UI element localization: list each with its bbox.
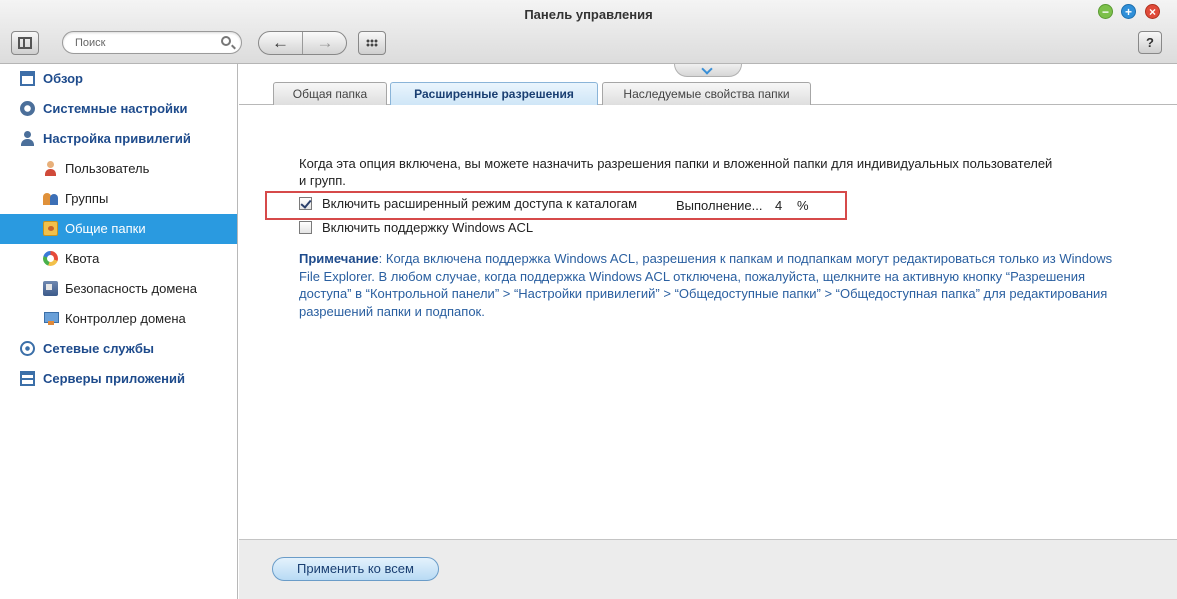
maximize-button[interactable]: + [1121, 4, 1136, 19]
overview-icon [20, 71, 35, 86]
sidebar-item-label: Контроллер домена [65, 311, 186, 326]
back-button[interactable]: ← [259, 32, 303, 54]
app-servers-icon [20, 371, 35, 386]
user-icon [43, 161, 58, 176]
sidebar-item-network-services[interactable]: Сетевые службы [0, 334, 237, 364]
sidebar-item-label: Пользователь [65, 161, 150, 176]
sidebar-item-label: Безопасность домена [65, 281, 197, 296]
tab-inherited-properties[interactable]: Наследуемые свойства папки [602, 82, 811, 105]
sidebar-item-label: Обзор [43, 71, 83, 86]
sidebar-layout-icon [18, 37, 32, 49]
advanced-mode-label: Включить расширенный режим доступа к кат… [322, 196, 638, 211]
note-text: Примечание: Когда включена поддержка Win… [299, 250, 1119, 320]
sidebar: Обзор Системные настройки Настройка прив… [0, 64, 238, 599]
sidebar-item-app-servers[interactable]: Серверы приложений [0, 364, 237, 394]
windows-acl-checkbox[interactable] [299, 221, 312, 234]
minimize-button[interactable]: − [1098, 4, 1113, 19]
privilege-icon [20, 131, 35, 146]
windows-acl-label: Включить поддержку Windows ACL [322, 220, 534, 235]
progress-unit: % [797, 198, 809, 213]
shared-folder-icon [43, 221, 58, 236]
sidebar-item-label: Сетевые службы [43, 341, 155, 356]
sidebar-item-user[interactable]: Пользователь [0, 154, 237, 184]
note-label: Примечание [299, 251, 379, 266]
window-title: Панель управления [524, 7, 653, 22]
sidebar-item-label: Системные настройки [43, 101, 188, 116]
domain-controller-icon [43, 311, 59, 326]
grid-icon [366, 39, 378, 47]
sidebar-item-label: Общие папки [65, 221, 146, 236]
sidebar-toggle-button[interactable] [11, 31, 39, 55]
sidebar-item-shared-folders[interactable]: Общие папки [0, 214, 237, 244]
help-button[interactable]: ? [1138, 31, 1162, 54]
history-nav: ← → [258, 31, 347, 55]
groups-icon [43, 191, 58, 206]
sidebar-item-label: Настройка привилегий [43, 131, 191, 146]
advanced-mode-checkbox[interactable] [299, 197, 312, 210]
main-panel: Общая папка Расширенные разрешения Насле… [239, 63, 1177, 599]
sidebar-item-overview[interactable]: Обзор [0, 64, 237, 94]
tab-advanced-permissions[interactable]: Расширенные разрешения [390, 82, 598, 105]
close-button[interactable]: × [1145, 4, 1160, 19]
domain-security-icon [43, 281, 58, 296]
sidebar-item-domain-security[interactable]: Безопасность домена [0, 274, 237, 304]
note-body: : Когда включена поддержка Windows ACL, … [299, 251, 1113, 319]
chevron-down-icon [701, 63, 713, 75]
sidebar-item-label: Квота [65, 251, 100, 266]
apps-grid-button[interactable] [358, 31, 386, 55]
gear-icon [20, 101, 35, 116]
search-box [62, 31, 242, 54]
description-text: Когда эта опция включена, вы можете назн… [299, 156, 1053, 188]
tab-shared-folder[interactable]: Общая папка [273, 82, 387, 105]
search-input[interactable] [75, 35, 215, 51]
collapse-toolbar-handle[interactable] [674, 63, 742, 77]
forward-button[interactable]: → [303, 32, 346, 54]
sidebar-item-label: Серверы приложений [43, 371, 186, 386]
search-icon[interactable] [221, 36, 231, 46]
progress-value: 4 [775, 198, 783, 213]
sidebar-item-label: Группы [65, 191, 109, 206]
sidebar-item-groups[interactable]: Группы [0, 184, 237, 214]
footer-bar: Применить ко всем [239, 539, 1177, 599]
title-bar: Панель управления − + × ← → ? [0, 0, 1177, 64]
progress-label: Выполнение... [676, 198, 763, 213]
sidebar-item-quota[interactable]: Квота [0, 244, 237, 274]
sidebar-item-domain-controller[interactable]: Контроллер домена [0, 304, 237, 334]
network-icon [20, 341, 35, 356]
sidebar-item-privileges[interactable]: Настройка привилегий [0, 124, 237, 154]
apply-to-all-button[interactable]: Применить ко всем [272, 557, 439, 581]
sidebar-item-system-settings[interactable]: Системные настройки [0, 94, 237, 124]
quota-icon [43, 251, 58, 266]
